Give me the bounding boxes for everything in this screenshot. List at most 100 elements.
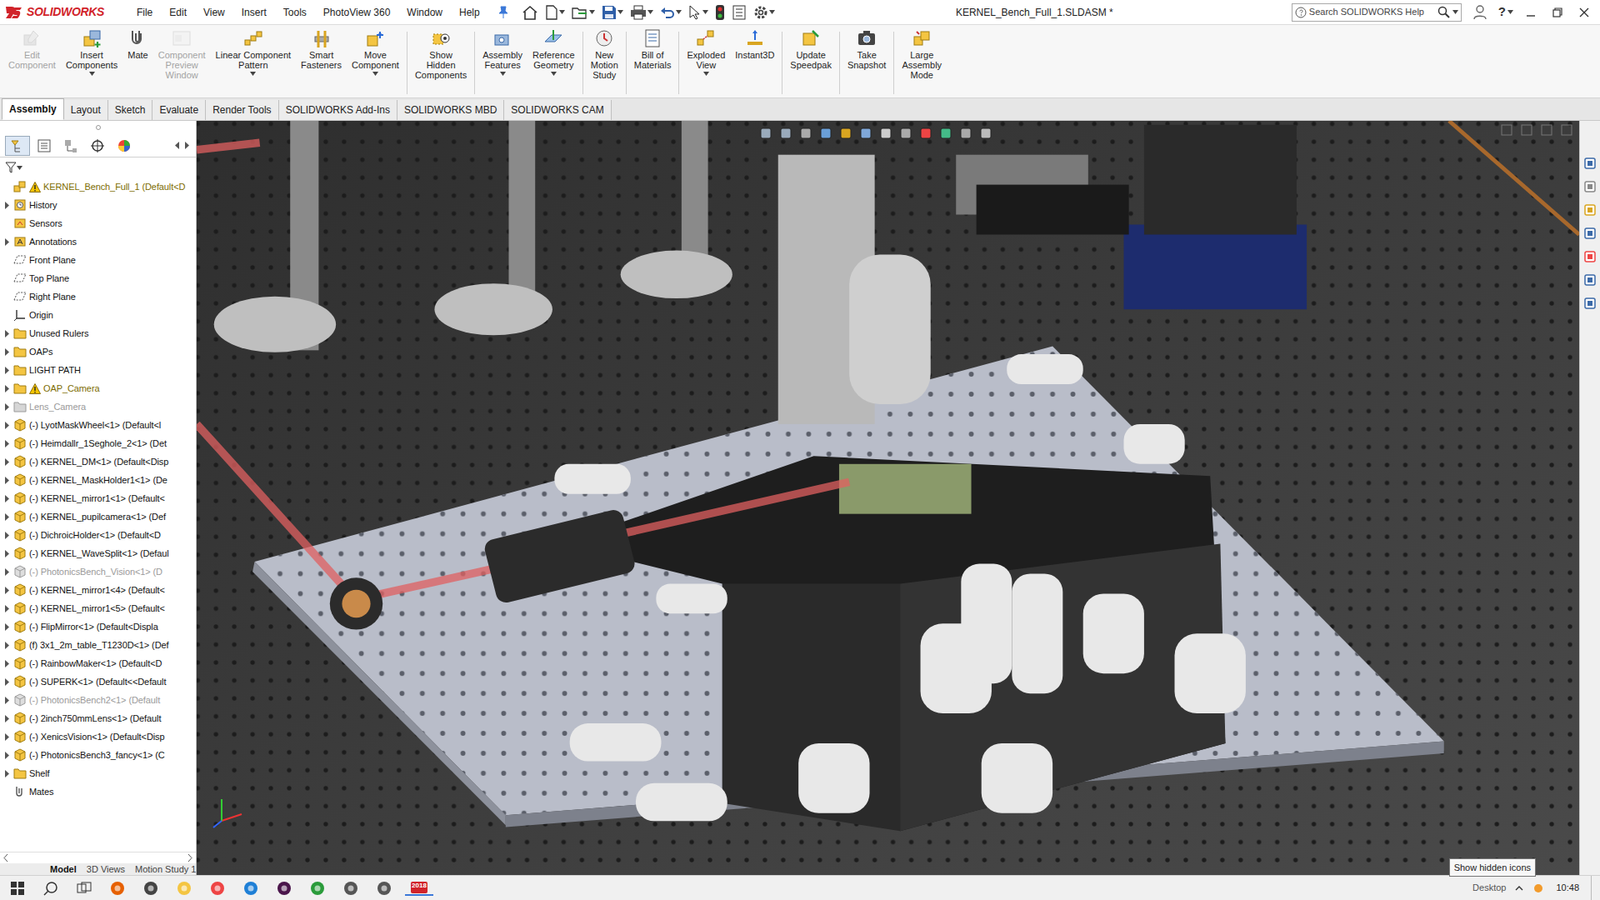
tree-label[interactable]: (-) PhotonicsBench2<1> (Default [29,693,160,708]
bottom-tab[interactable]: Model [50,863,77,875]
quick-access-button[interactable] [712,4,728,21]
expand-arrow[interactable] [3,550,11,558]
app-icon[interactable] [138,880,164,897]
large-assembly-mode-icon[interactable] [911,28,932,49]
tree-row[interactable]: Origin [0,305,196,325]
configuration-manager-icon[interactable] [58,135,84,156]
command-tab[interactable]: Sketch [108,100,154,120]
tree-row[interactable]: Front Plane [0,250,196,270]
ribbon-button[interactable]: Assembly Features [477,28,528,79]
restore-icon[interactable] [1545,6,1570,19]
expand-arrow[interactable] [3,348,11,356]
magnifier-icon[interactable] [1437,5,1450,19]
expand-arrow[interactable] [3,513,11,521]
ribbon-dropdown-icon[interactable] [372,71,379,76]
tree-label[interactable]: (-) KERNEL_DM<1> (Default<Disp [29,455,169,470]
tray-app-icon[interactable] [1532,882,1545,895]
tree-label[interactable]: (-) LyotMaskWheel<1> (Default<l [29,418,161,433]
rebuild-icon[interactable] [715,4,725,21]
ribbon-button[interactable]: Large Assembly Mode [896,28,947,83]
quick-access-button[interactable] [569,5,598,20]
tree-row[interactable]: (-) XenicsVision<1> (Default<Disp [0,727,196,746]
tree-row[interactable]: (-) Heimdallr_1Seghole_2<1> (Det [0,434,196,453]
tree-label[interactable]: Shelf [29,766,50,781]
new-motion-study-icon[interactable] [594,28,615,49]
ribbon-label[interactable]: New Motion Study [590,50,619,80]
scroll-left-arrow-icon[interactable] [3,854,9,862]
tree-label[interactable]: (-) KERNEL_WaveSplit<1> (Defaul [29,546,170,561]
tree-row[interactable]: KERNEL_Bench_Full_1 (Default<D [0,177,196,196]
tree-label[interactable]: Sensors [29,216,63,231]
expand-arrow[interactable] [3,733,11,741]
tree-row[interactable]: (-) KERNEL_MaskHolder1<1> (De [0,470,196,490]
quick-access-button[interactable] [627,5,656,20]
scroll-right-icon[interactable] [182,141,191,150]
appearances-icon[interactable] [1580,247,1600,266]
command-tab[interactable]: SOLIDWORKS MBD [397,100,505,120]
ribbon-label[interactable]: Instant3D [735,50,775,60]
expand-arrow[interactable] [3,751,11,760]
tree-label[interactable]: Annotations [29,235,77,250]
tree-label[interactable]: (-) FlipMirror<1> (Default<Displa [29,620,159,635]
clock[interactable]: 10:48 [1552,880,1583,895]
ribbon-button[interactable]: Exploded View [681,28,730,79]
tree-label[interactable]: (-) KERNEL_mirror1<4> (Default< [29,583,165,598]
tile-view-icon[interactable] [1520,124,1533,136]
help-button[interactable]: ? [1495,2,1517,22]
expand-arrow[interactable] [3,385,11,393]
tree-row[interactable]: (-) PhotonicsBench2<1> (Default [0,690,196,710]
menu-item[interactable]: PhotoView 360 [315,2,399,23]
quick-access-button[interactable] [657,5,685,20]
show-hidden-components-icon[interactable] [430,28,451,49]
ribbon-label[interactable]: Move Component [351,50,400,70]
dropdown-caret-icon[interactable] [675,10,682,15]
tree-row[interactable]: OAPs [0,342,196,361]
view-settings-icon[interactable] [958,125,974,141]
tree-row[interactable]: Unused Rulers [0,324,196,343]
command-tab[interactable]: SOLIDWORKS Add-Ins [279,100,398,120]
ribbon-button[interactable]: Bill of Materials [629,28,677,73]
tree-row[interactable]: (-) KERNEL_DM<1> (Default<Disp [0,452,196,471]
ribbon-label[interactable]: Insert Components [65,50,118,70]
show-desktop-button[interactable] [1590,875,1595,900]
tree-row[interactable]: Right Plane [0,287,196,306]
reference-geometry-icon[interactable] [543,28,564,49]
help-dropdown-icon[interactable] [1507,10,1514,15]
help-glyph[interactable]: ? [1498,2,1506,22]
tree-row[interactable]: OAP_Camera [0,379,196,398]
menu-item[interactable]: Insert [234,2,275,23]
menu-item[interactable]: Window [399,2,450,23]
calculator-icon[interactable] [338,880,364,897]
previous-view-icon[interactable] [798,125,814,141]
tree-row[interactable]: LIGHT PATH [0,360,196,380]
tree-row[interactable]: History [0,195,196,215]
display-manager-icon[interactable] [111,135,137,156]
bottom-tab[interactable]: 3D Views [86,863,125,875]
select-icon[interactable] [688,5,702,20]
search-input[interactable] [1309,5,1435,20]
tree-label[interactable]: Unused Rulers [29,326,89,341]
ribbon-dropdown-icon[interactable] [250,71,256,76]
dynamic-annotation-icon[interactable] [838,125,854,141]
dropdown-caret-icon[interactable] [617,10,624,15]
mate-icon[interactable] [127,28,148,49]
file-explorer-taskbar-icon[interactable] [171,880,197,897]
ribbon-button[interactable]: New Motion Study [585,28,624,83]
file-explorer-icon[interactable] [1580,200,1600,220]
home-icon[interactable] [521,5,539,20]
tree-row[interactable]: Top Plane [0,269,196,288]
user-icon[interactable] [1473,5,1487,20]
quick-access-button[interactable] [599,5,626,20]
menu-item[interactable]: Tools [275,2,315,23]
ribbon-label[interactable]: Show Hidden Components [415,50,467,80]
search-box[interactable] [1291,3,1462,22]
quick-access-button[interactable] [685,5,711,20]
ribbon-button[interactable]: Take Snapshot [842,28,891,73]
dropdown-caret-icon[interactable] [647,10,654,15]
tree-row[interactable]: (-) KERNEL_pupilcamera<1> (Def [0,507,196,526]
instant3d-icon[interactable] [745,28,765,49]
quick-access-button[interactable] [729,5,750,20]
expand-arrow[interactable] [3,238,11,246]
edge-icon[interactable] [238,880,264,897]
expand-arrow[interactable] [3,458,11,466]
